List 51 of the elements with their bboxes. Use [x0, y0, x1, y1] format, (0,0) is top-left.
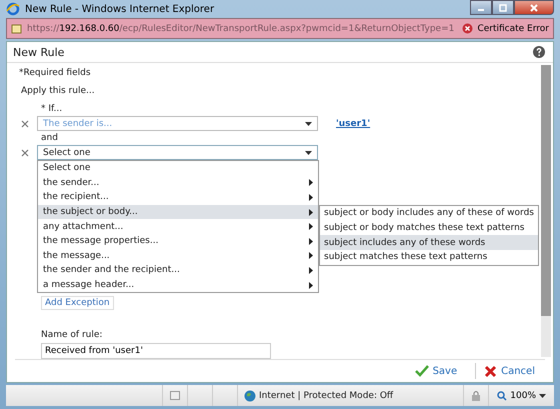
window-title: New Rule - Windows Internet Explorer [25, 4, 214, 14]
maximize-icon [498, 4, 508, 12]
security-zone-text: Internet | Protected Mode: Off [259, 390, 394, 400]
apply-label: Apply this rule... [21, 86, 95, 96]
if-label: * If... [41, 104, 62, 114]
name-field[interactable]: Received from 'user1' [41, 343, 271, 359]
page-icon [11, 22, 23, 34]
help-icon[interactable] [533, 46, 545, 58]
and-label: and [41, 133, 58, 143]
menu-item[interactable]: the message... [38, 248, 318, 264]
menu-item[interactable]: Select one [38, 161, 318, 176]
name-label: Name of rule: [41, 330, 102, 340]
zoom-button[interactable]: 100% [488, 385, 554, 406]
condition-dropdown[interactable]: Select one [37, 145, 318, 160]
required-note: *Required fields [19, 68, 91, 78]
dialog-title: New Rule [13, 46, 64, 58]
maximize-button[interactable] [492, 0, 514, 15]
menu-item[interactable]: the subject or body... [38, 204, 318, 220]
url-text[interactable]: https://192.168.0.60/ecp/RulesEditor/NewTransportRule.aspx?pwmcid=1&ReturnObjectType=1 [27, 24, 454, 34]
checkmark-icon [414, 365, 429, 377]
menu-item[interactable]: the recipient... [38, 190, 318, 205]
submenu-item[interactable]: subject includes any of these words [320, 235, 538, 250]
menu-item[interactable]: the message properties... [38, 234, 318, 249]
close-button[interactable] [514, 0, 554, 15]
add-exception-button[interactable]: Add Exception [41, 296, 114, 310]
dropdown-arrow-icon [305, 150, 312, 154]
remove-icon[interactable] [21, 120, 29, 128]
page-icon [170, 391, 180, 400]
dropdown-arrow-icon [305, 122, 312, 126]
cancel-button[interactable]: Cancel [484, 364, 545, 378]
user-link[interactable]: 'user1' [336, 118, 370, 128]
submenu-item[interactable]: subject matches these text patterns [320, 250, 538, 265]
zoom-icon [497, 390, 508, 400]
globe-icon [244, 390, 256, 402]
menu-item[interactable]: any attachment... [38, 219, 318, 234]
scrollbar[interactable] [541, 65, 551, 357]
error-icon [462, 23, 474, 34]
minimize-button[interactable] [470, 0, 492, 15]
close-icon [484, 364, 498, 378]
close-icon [529, 4, 539, 12]
menu-item[interactable]: a message header... [38, 278, 318, 292]
save-button[interactable]: Save [414, 365, 468, 377]
remove-icon[interactable] [21, 148, 29, 156]
submenu-item[interactable]: subject or body includes any of these of words [320, 206, 538, 221]
browser-logo-icon [6, 2, 20, 16]
submenu-item[interactable]: subject or body matches these text patterns [320, 220, 538, 236]
dropdown-arrow-icon [539, 394, 546, 398]
lock-icon[interactable] [470, 390, 482, 401]
menu-item[interactable]: the sender and the recipient... [38, 263, 318, 278]
certificate-error-button[interactable]: Certificate Error [462, 23, 549, 34]
menu-item[interactable]: the sender... [38, 176, 318, 190]
